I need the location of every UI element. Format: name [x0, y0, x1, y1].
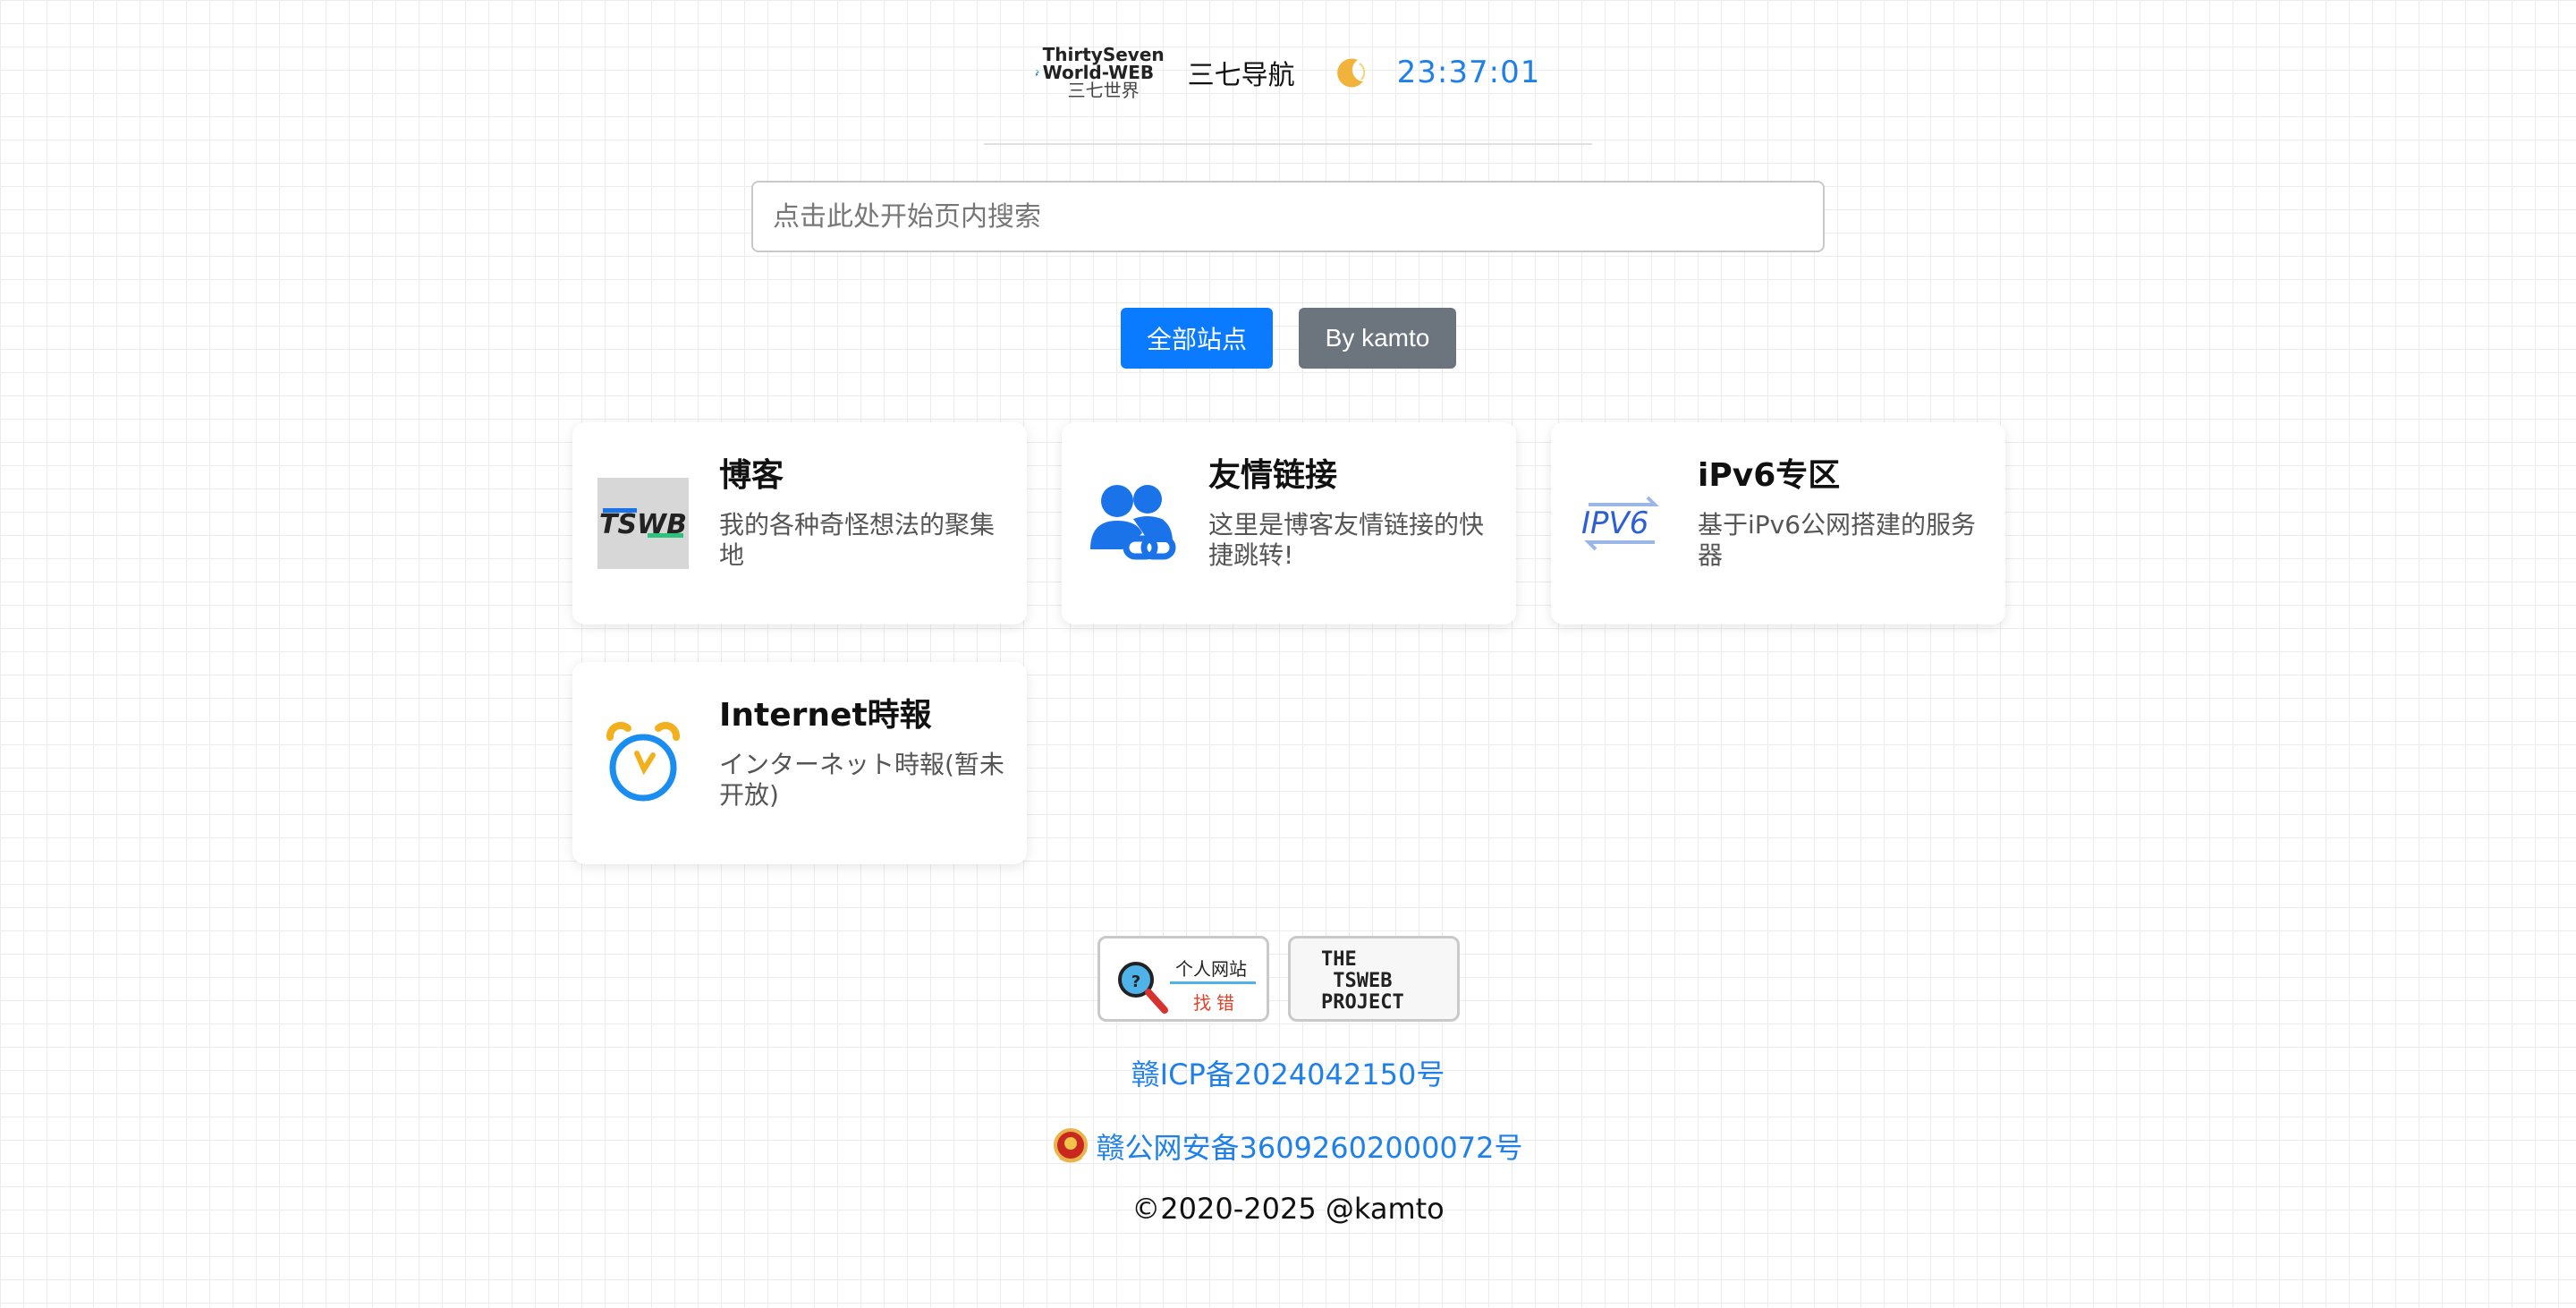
card-ipv6[interactable]: IPV6 iPv6专区 基于iPv6公网搭建的服务器 — [1551, 422, 2005, 624]
ipv6-icon: IPV6 — [1576, 478, 1667, 569]
tsweb-project-text: THE TSWEB PROJECT — [1321, 948, 1404, 1014]
card-title: 友情链接 — [1208, 457, 1338, 494]
tswb-logo-icon: TSWB — [597, 478, 689, 569]
search-input[interactable] — [751, 181, 1825, 252]
logo-line1: ThirtySeven — [1042, 44, 1165, 65]
card-blog[interactable]: TSWB 博客 我的各种奇怪想法的聚集地 — [572, 422, 1027, 624]
svg-text:?: ? — [1131, 973, 1140, 991]
card-title: iPv6专区 — [1698, 457, 1841, 494]
filter-by-kamto-button[interactable]: By kamto — [1299, 308, 1456, 369]
header-divider — [984, 143, 1592, 145]
icp-link[interactable]: 赣ICP备2024042150号 — [0, 1052, 2576, 1093]
badge-tsweb-project[interactable]: THE TSWEB PROJECT — [1288, 936, 1460, 1022]
card-desc: 这里是博客友情链接的快捷跳转! — [1208, 510, 1485, 570]
logo-chevron-icon — [1035, 69, 1039, 76]
badge-text-top: 个人网站 — [1175, 958, 1247, 980]
site-title: 三七导航 — [1187, 60, 1295, 91]
moon-icon[interactable] — [1333, 55, 1368, 90]
card-desc: 我的各种奇怪想法的聚集地 — [719, 510, 996, 570]
site-header: ThirtySeven World-WEB 三七世界 三七导航 23:37:01 — [0, 36, 2576, 109]
magnifier-icon: ? — [1118, 962, 1168, 1014]
card-title: 博客 — [719, 457, 784, 494]
site-logo[interactable]: ThirtySeven World-WEB 三七世界 — [1035, 43, 1165, 102]
badge-text-bottom: 找错 — [1193, 992, 1240, 1014]
police-record-link[interactable]: 赣公网安备36092602000072号 — [1096, 1125, 1522, 1167]
card-title: Internet時報 — [719, 697, 932, 734]
svg-text:TSWB: TSWB — [599, 509, 687, 540]
card-desc: インターネット時報(暂未开放) — [719, 750, 1004, 810]
card-internet-jihou[interactable]: Internet時報 インターネット時報(暂未开放) — [572, 662, 1027, 864]
copyright: ©2020-2025 @kamto — [1131, 1192, 1445, 1226]
card-friend-links[interactable]: 友情链接 这里是博客友情链接的快捷跳转! — [1062, 422, 1516, 624]
logo-line2: World-WEB — [1042, 62, 1155, 83]
badge-find-error[interactable]: ? 个人网站 找错 — [1097, 936, 1269, 1022]
alarm-clock-icon — [597, 718, 689, 809]
logo-line3: 三七世界 — [1067, 80, 1140, 101]
filter-all-button[interactable]: 全部站点 — [1121, 308, 1273, 369]
users-link-icon — [1087, 478, 1178, 569]
police-record: 赣公网安备36092602000072号 — [0, 1125, 2576, 1167]
card-desc: 基于iPv6公网搭建的服务器 — [1698, 510, 1977, 570]
clock: 23:37:01 — [1396, 55, 1541, 90]
police-emblem-icon — [1054, 1128, 1089, 1163]
svg-text:IPV6: IPV6 — [1581, 505, 1648, 541]
